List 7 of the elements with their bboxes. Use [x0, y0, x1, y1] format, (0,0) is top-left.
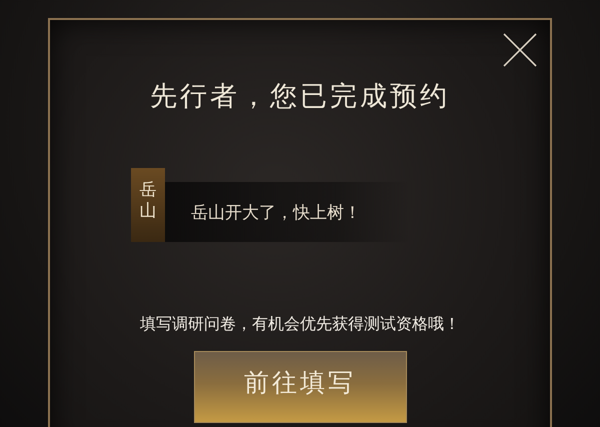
speaker-name: 岳山: [140, 180, 156, 224]
dialog-title: 先行者，您已完成预约: [150, 80, 450, 114]
fill-survey-button[interactable]: 前往填写: [194, 351, 406, 423]
close-button[interactable]: [502, 32, 538, 68]
survey-prompt: 填写调研问卷，有机会优先获得测试资格哦！: [140, 314, 460, 335]
message-text: 岳山开大了，快上树！: [191, 202, 361, 224]
close-icon: [502, 32, 538, 68]
